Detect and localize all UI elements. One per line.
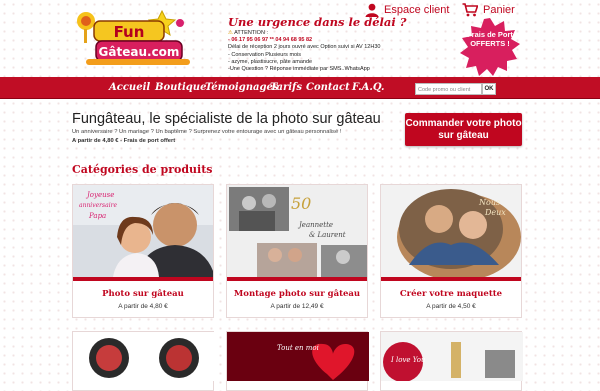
photo-caption: anniversaire xyxy=(79,202,117,209)
nav-contact[interactable]: Contact xyxy=(306,77,350,98)
card-divider xyxy=(227,277,367,281)
category-image: Tout en moi xyxy=(227,332,369,381)
page-title: Fungâteau, le spécialiste de la photo su… xyxy=(72,111,381,127)
main-nav: Accueil Boutique Témoignages Tarifs Cont… xyxy=(0,77,600,99)
urgency-phone[interactable]: - 06 17 95 06 97 ** 04 94 68 95 82 xyxy=(228,37,406,44)
intro-subtitle: Un anniversaire ? Un mariage ? Un baptêm… xyxy=(72,129,342,135)
category-price: A partir de 4,80 € xyxy=(118,303,168,310)
price-note: A partir de 4,80 € - Frais de port offer… xyxy=(72,138,176,144)
maquette-caption: Deux xyxy=(484,208,506,217)
nav-shop[interactable]: Boutique xyxy=(155,77,206,98)
urgency-line: ⚠ ATTENTION : xyxy=(228,30,268,36)
badge-text: Frais de Port OFFERTS ! xyxy=(467,30,513,48)
montage-number: 50 xyxy=(291,194,311,213)
category-price: A partir de 12,49 € xyxy=(270,303,324,310)
maquette-caption: Nous xyxy=(478,198,500,207)
photo-caption: I love You xyxy=(390,356,426,364)
category-image xyxy=(73,332,215,381)
category-card-row2[interactable]: I love You xyxy=(380,331,523,391)
nav-testimonials[interactable]: Témoignages xyxy=(205,77,278,98)
photo-caption: Papa xyxy=(88,212,106,220)
category-image: 50 Jeannette & Laurent xyxy=(227,185,367,277)
nav-home[interactable]: Accueil xyxy=(109,77,150,98)
cart-label: Panier xyxy=(483,4,515,16)
logo-text-bottom: Gâteau.com xyxy=(99,45,180,59)
order-cta-button[interactable]: Commander votre photo sur gâteau xyxy=(405,113,522,146)
promo-code-input[interactable]: Code promo ou client xyxy=(415,83,482,95)
account-label: Espace client xyxy=(384,4,450,16)
category-card-montage[interactable]: 50 Jeannette & Laurent Montage photo sur… xyxy=(226,184,368,318)
category-title[interactable]: Montage photo sur gâteau xyxy=(227,289,367,299)
urgency-line: Délai de réception 2 jours ouvré avec Op… xyxy=(228,44,381,51)
cart-link[interactable]: Panier xyxy=(462,2,515,18)
urgency-line: - Conservation Plusieurs mois xyxy=(228,51,302,58)
category-card-row2[interactable] xyxy=(72,331,215,391)
user-icon xyxy=(365,3,379,17)
category-card-row2[interactable]: Tout en moi xyxy=(226,331,369,391)
category-card-maquette[interactable]: Nous Deux Créer votre maquette A partir … xyxy=(380,184,522,318)
category-title[interactable]: Photo sur gâteau xyxy=(73,289,213,299)
card-divider xyxy=(73,277,213,281)
free-shipping-badge: Frais de Port OFFERTS ! xyxy=(459,17,521,79)
category-image: Nous Deux xyxy=(381,185,521,277)
logo-text-top: Fun xyxy=(114,23,145,41)
montage-caption: & Laurent xyxy=(309,231,346,239)
nav-faq[interactable]: F.A.Q. xyxy=(352,77,385,98)
starburst-icon xyxy=(460,18,520,76)
category-image: Joyeuse anniversaire Papa xyxy=(73,185,213,277)
montage-caption: Jeannette xyxy=(297,221,333,229)
category-card-photo[interactable]: Joyeuse anniversaire Papa Photo sur gâte… xyxy=(72,184,214,318)
category-price: A partir de 4,50 € xyxy=(426,303,476,310)
photo-caption: Joyeuse xyxy=(85,191,114,199)
nav-prices[interactable]: Tarifs xyxy=(270,77,302,98)
account-link[interactable]: Espace client xyxy=(365,2,449,18)
photo-caption: Tout en moi xyxy=(277,344,319,352)
promo-ok-button[interactable]: OK xyxy=(482,83,496,95)
category-image: I love You xyxy=(381,332,523,382)
urgency-line: - azyme, plastisucre, pâte amande xyxy=(228,58,313,65)
urgency-line: -Une Question ? Réponse immédiate par SM… xyxy=(228,66,370,73)
card-divider xyxy=(381,277,521,281)
cart-icon xyxy=(462,3,478,17)
categories-title: Catégories de produits xyxy=(72,163,213,176)
urgency-info: ⚠ ATTENTION : - 06 17 95 06 97 ** 04 94 … xyxy=(228,30,406,73)
category-title[interactable]: Créer votre maquette xyxy=(381,289,521,299)
site-logo[interactable]: Fun Gâteau.com xyxy=(72,7,200,69)
